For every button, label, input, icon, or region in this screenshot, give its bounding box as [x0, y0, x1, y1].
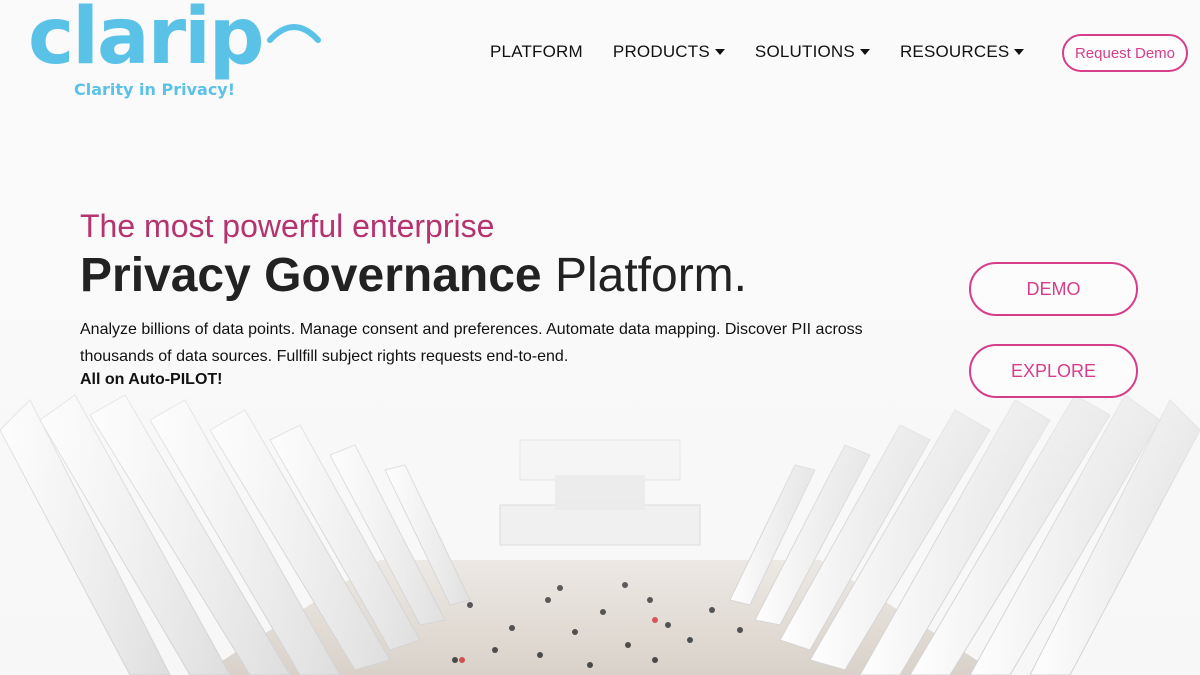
- hero-title-bold: Privacy Governance: [80, 249, 542, 302]
- nav-platform[interactable]: PLATFORM: [490, 42, 583, 62]
- demo-button[interactable]: DEMO: [969, 262, 1138, 316]
- logo-tagline: Clarity in Privacy!: [74, 80, 236, 99]
- hero-subtitle: The most powerful enterprise: [80, 208, 495, 244]
- nav-products[interactable]: PRODUCTS: [613, 42, 725, 62]
- request-demo-button[interactable]: Request Demo: [1062, 34, 1188, 72]
- nav-solutions-label: SOLUTIONS: [754, 42, 855, 61]
- caret-down-icon: [1014, 49, 1025, 55]
- logo-wordmark: clarip: [28, 0, 265, 82]
- nav-resources-label: RESOURCES: [899, 42, 1010, 61]
- hero-tagline: All on Auto-PILOT!: [80, 371, 223, 388]
- nav-resources[interactable]: RESOURCES: [900, 42, 1025, 62]
- hero-title-rest: Platform.: [541, 249, 747, 302]
- nav-platform-label: PLATFORM: [490, 42, 583, 61]
- nav-solutions[interactable]: SOLUTIONS: [755, 42, 870, 62]
- hero-title: Privacy Governance Platform.: [80, 248, 747, 303]
- wifi-arc-icon: [267, 24, 321, 43]
- caret-down-icon: [714, 49, 725, 55]
- explore-button[interactable]: EXPLORE: [969, 344, 1138, 398]
- clarip-logo[interactable]: clarip Clarity in Privacy!: [28, 0, 321, 104]
- nav-products-label: PRODUCTS: [612, 42, 710, 61]
- caret-down-icon: [859, 49, 870, 55]
- main-nav: PLATFORM PRODUCTS SOLUTIONS RESOURCES: [490, 42, 1054, 62]
- hero-description: Analyze billions of data points. Manage …: [80, 321, 863, 365]
